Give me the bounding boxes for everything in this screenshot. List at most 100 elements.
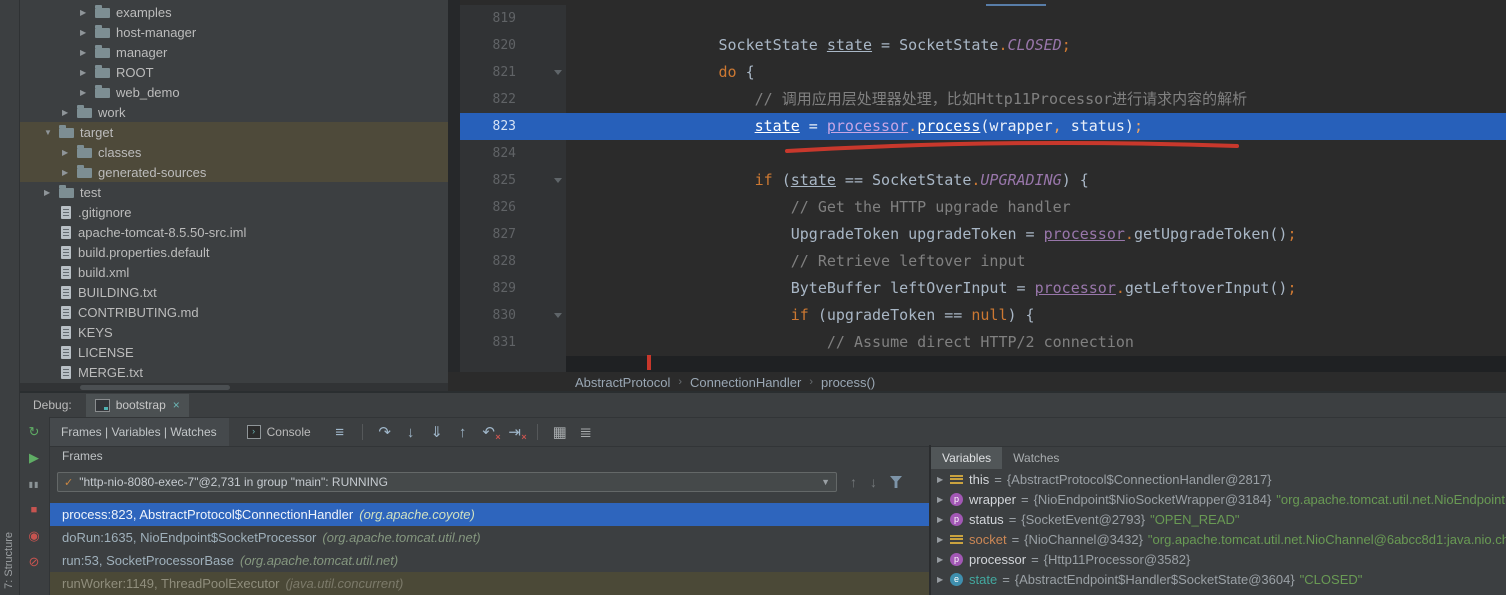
debug-session-tab[interactable]: bootstrap ×	[85, 393, 189, 417]
code-line-text[interactable]: state = processor.process(wrapper, statu…	[566, 113, 1506, 140]
tab-variables[interactable]: Variables	[931, 447, 1003, 469]
line-number[interactable]: 831	[460, 329, 566, 356]
chevron-right-icon[interactable]: ▶	[62, 148, 77, 157]
chevron-right-icon[interactable]: ▶	[937, 515, 950, 524]
line-number[interactable]: 826	[460, 194, 566, 221]
code-line-text[interactable]: SocketState state = SocketState.CLOSED;	[566, 32, 1506, 59]
fold-arrow-icon[interactable]	[554, 313, 562, 318]
thread-selector[interactable]: ✓ "http-nio-8080-exec-7"@2,731 in group …	[57, 472, 837, 492]
tree-item[interactable]: ▶ manager	[20, 42, 448, 62]
step-out-icon[interactable]: ↑	[450, 424, 476, 441]
tree-item[interactable]: build.properties.default	[20, 242, 448, 262]
variable-row[interactable]: ▶ p processor = {Http11Processor@3582}	[931, 549, 1506, 569]
code-line-text[interactable]: if (upgradeToken == null) {	[566, 302, 1506, 329]
frame-row[interactable]: run:53, SocketProcessorBase (org.apache.t…	[49, 549, 929, 572]
step-into-icon[interactable]: ↓	[398, 424, 424, 441]
chevron-right-icon[interactable]: ▶	[937, 555, 950, 564]
structure-toolwindow-button[interactable]: 7: Structure	[3, 532, 15, 589]
next-frame-button[interactable]: ↓	[870, 474, 877, 490]
tree-item[interactable]: apache-tomcat-8.5.50-src.iml	[20, 222, 448, 242]
tree-item[interactable]: BUILDING.txt	[20, 282, 448, 302]
tree-item[interactable]: CONTRIBUTING.md	[20, 302, 448, 322]
drop-frame-icon[interactable]: ↶ ×	[476, 423, 502, 442]
tree-item[interactable]: ▶ examples	[20, 2, 448, 22]
variable-row[interactable]: ▶ p wrapper = {NioEndpoint$NioSocketWrapper@…	[931, 489, 1506, 509]
tree-item[interactable]: ▶ classes	[20, 142, 448, 162]
breadcrumb-item[interactable]: AbstractProtocol	[575, 375, 670, 390]
line-number[interactable]: 820	[460, 32, 566, 59]
close-icon[interactable]: ×	[173, 399, 180, 411]
tree-item[interactable]: ▼ target	[20, 122, 448, 142]
code-line-text[interactable]: // Assume direct HTTP/2 connection	[566, 329, 1506, 356]
tree-item[interactable]: LICENSE	[20, 342, 448, 362]
pause-button[interactable]: ▮▮	[29, 471, 40, 497]
frame-row[interactable]: process:823, AbstractProtocol$Connection…	[49, 503, 929, 526]
variable-row[interactable]: ▶ p status = {SocketEvent@2793} "OPEN_READ"	[931, 509, 1506, 529]
chevron-right-icon[interactable]: ▶	[44, 188, 59, 197]
chevron-right-icon[interactable]: ▶	[80, 8, 95, 17]
tree-item[interactable]: ▶ test	[20, 182, 448, 202]
code-line-text[interactable]: UpgradeToken upgradeToken = processor.ge…	[566, 221, 1506, 248]
chevron-right-icon[interactable]: ▶	[62, 108, 77, 117]
line-number[interactable]: 829	[460, 275, 566, 302]
line-number[interactable]: 824	[460, 140, 566, 167]
restore-layout-icon[interactable]: ≡	[327, 424, 353, 441]
stop-button[interactable]: ■	[31, 497, 38, 523]
fold-arrow-icon[interactable]	[554, 70, 562, 75]
breadcrumb-item[interactable]: process()	[821, 375, 875, 390]
tab-debugger[interactable]: Frames | Variables | Watches	[49, 418, 229, 446]
code-line-text[interactable]: ByteBuffer leftOverInput = processor.get…	[566, 275, 1506, 302]
line-number[interactable]: 822	[460, 86, 566, 113]
variable-row[interactable]: ▶ this = {AbstractProtocol$ConnectionHandle…	[931, 469, 1506, 489]
tree-item[interactable]: MERGE.txt	[20, 362, 448, 382]
line-number[interactable]: 830	[460, 302, 566, 329]
tree-item[interactable]: KEYS	[20, 322, 448, 342]
force-step-into-icon[interactable]: ⇓	[424, 423, 450, 441]
editor-hscrollbar[interactable]	[566, 356, 1506, 372]
view-breakpoints-button[interactable]: ◉	[28, 523, 39, 549]
previous-frame-button[interactable]: ↑	[850, 474, 857, 490]
tree-item[interactable]: ▶ work	[20, 102, 448, 122]
tree-item[interactable]: ▶ web_demo	[20, 82, 448, 102]
code-line-text[interactable]: if (state == SocketState.UPGRADING) {	[566, 167, 1506, 194]
chevron-down-icon[interactable]: ▼	[44, 128, 59, 137]
project-tree[interactable]: ▶ examples ▶ host-manager ▶ manager ▶ ROOT ▶ web_…	[20, 0, 448, 383]
chevron-right-icon[interactable]: ▶	[937, 495, 950, 504]
tab-watches[interactable]: Watches	[1002, 447, 1070, 469]
tree-item[interactable]: build.xml	[20, 262, 448, 282]
scrollbar-thumb[interactable]	[80, 385, 230, 390]
variable-row[interactable]: ▶ e state = {AbstractEndpoint$Handler$Socket…	[931, 569, 1506, 589]
resume-button[interactable]: ▶	[29, 445, 39, 471]
chevron-right-icon[interactable]: ▶	[80, 48, 95, 57]
tree-item[interactable]: ▶ host-manager	[20, 22, 448, 42]
code-line-text[interactable]: do {	[566, 59, 1506, 86]
chevron-right-icon[interactable]: ▶	[80, 88, 95, 97]
line-number[interactable]: 821	[460, 59, 566, 86]
chevron-down-icon[interactable]: ▼	[821, 477, 830, 487]
chevron-right-icon[interactable]: ▶	[937, 535, 950, 544]
fold-arrow-icon[interactable]	[554, 178, 562, 183]
line-number[interactable]: 823	[460, 113, 566, 140]
hide-frames-filter-icon[interactable]	[890, 476, 902, 488]
mute-breakpoints-button[interactable]: ⊘	[29, 549, 40, 575]
code-line-text[interactable]: // Get the HTTP upgrade handler	[566, 194, 1506, 221]
variable-row[interactable]: ▶ socket = {NioChannel@3432} "org.apache.tom…	[931, 529, 1506, 549]
line-number[interactable]: 825	[460, 167, 566, 194]
frame-row[interactable]: doRun:1635, NioEndpoint$SocketProcessor(…	[49, 526, 929, 549]
line-number[interactable]: 819	[460, 5, 566, 32]
chevron-right-icon[interactable]: ▶	[80, 28, 95, 37]
chevron-right-icon[interactable]: ▶	[62, 168, 77, 177]
evaluate-expression-icon[interactable]: ▦	[547, 423, 573, 441]
chevron-right-icon[interactable]: ▶	[937, 575, 950, 584]
breadcrumb-item[interactable]: ConnectionHandler	[690, 375, 801, 390]
tab-console[interactable]: › Console	[239, 418, 319, 446]
frame-row[interactable]: runWorker:1149, ThreadPoolExecutor (java.…	[49, 572, 929, 595]
step-over-icon[interactable]: ↷	[372, 423, 398, 441]
chevron-right-icon[interactable]: ▶	[80, 68, 95, 77]
chevron-right-icon[interactable]: ▶	[937, 475, 950, 484]
settings-icon[interactable]: ≣	[573, 423, 599, 441]
line-number[interactable]: 827	[460, 221, 566, 248]
tree-item[interactable]: ▶ ROOT	[20, 62, 448, 82]
rerun-debug-button[interactable]: ↻	[29, 419, 40, 445]
code-line-text[interactable]	[566, 5, 1506, 32]
